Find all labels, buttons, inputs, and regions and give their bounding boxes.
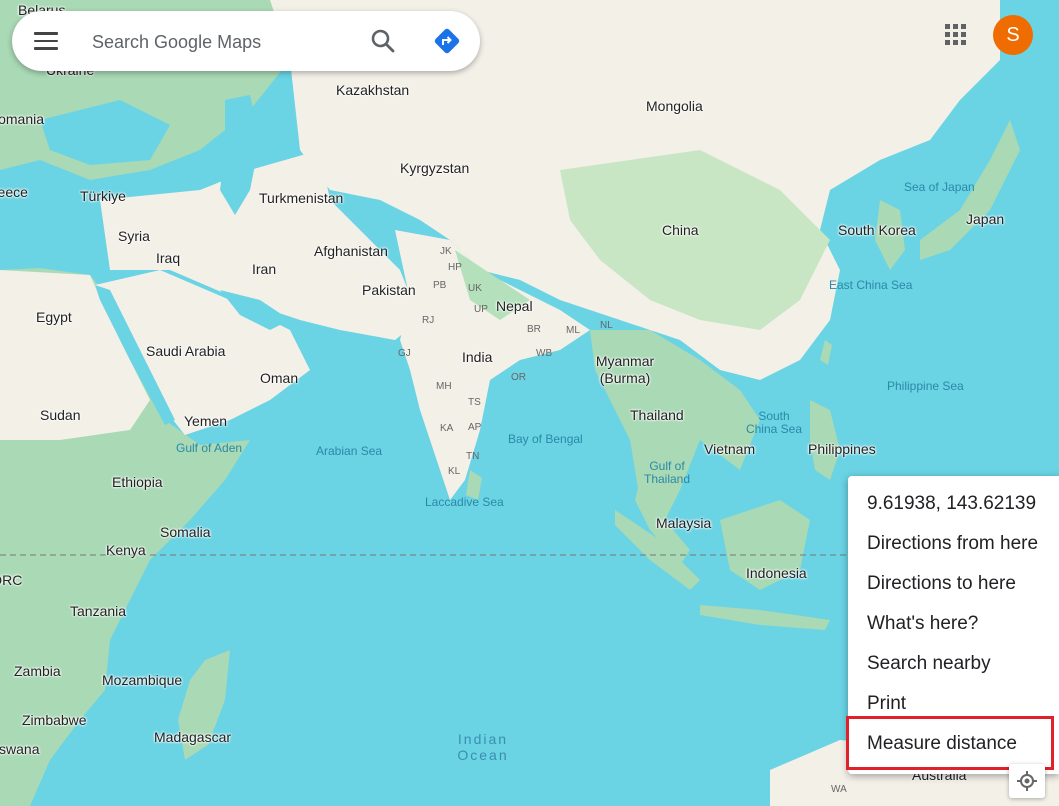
map-label-malaysia: Malaysia xyxy=(656,515,712,531)
context-menu-search-nearby[interactable]: Search nearby xyxy=(848,644,1059,684)
map-label-east-china-sea: East China Sea xyxy=(829,278,913,292)
map-label-china: China xyxy=(662,222,699,238)
map-label-nepal: Nepal xyxy=(496,298,533,314)
map-label-thailand: Thailand xyxy=(630,407,684,423)
map-label-kyrgyzstan: Kyrgyzstan xyxy=(400,160,470,176)
map-label-arabian-sea: Arabian Sea xyxy=(316,444,383,458)
map-region-hp: HP xyxy=(448,262,462,273)
map-region-mh: MH xyxy=(436,381,452,392)
map-region-pb: PB xyxy=(433,280,447,291)
map-label-iraq: Iraq xyxy=(156,250,181,266)
context-menu-directions-to-here[interactable]: Directions to here xyxy=(848,564,1059,604)
map-label-romania: Romania xyxy=(0,111,45,127)
map-label-madagascar: Madagascar xyxy=(154,729,232,745)
map-label-indian-ocean: Indian Ocean xyxy=(457,731,509,763)
map-label-laccadive-sea: Laccadive Sea xyxy=(425,495,504,509)
map-label-kenya: Kenya xyxy=(106,542,146,558)
map-label-sudan: Sudan xyxy=(40,407,81,423)
map-region-jk: JK xyxy=(440,246,452,257)
map-region-tn: TN xyxy=(466,451,480,462)
map-region-nl: NL xyxy=(600,320,613,331)
map-label-south-china-sea: South China Sea xyxy=(745,409,803,436)
user-avatar[interactable]: S xyxy=(993,15,1033,55)
search-input[interactable] xyxy=(90,27,354,57)
map-label-sea-of-japan: Sea of Japan xyxy=(904,180,975,194)
map-label-myanmar: Myanmar (Burma) xyxy=(595,353,655,386)
map-region-kl: KL xyxy=(448,466,461,477)
map-label-turkiye: Türkiye xyxy=(80,188,126,204)
directions-icon[interactable] xyxy=(432,26,462,56)
context-menu-measure-distance[interactable]: Measure distance xyxy=(848,724,1059,764)
map-label-yemen: Yemen xyxy=(184,413,228,429)
map-label-somalia: Somalia xyxy=(160,524,211,540)
my-location-icon xyxy=(1017,771,1037,791)
context-menu-directions-from-here[interactable]: Directions from here xyxy=(848,524,1059,564)
map-label-philippines: Philippines xyxy=(808,441,876,457)
my-location-button[interactable] xyxy=(1009,764,1045,798)
map-region-gj: GJ xyxy=(398,348,411,359)
map-label-iran: Iran xyxy=(252,261,277,277)
map-label-zambia: Zambia xyxy=(14,663,61,679)
map-label-mozambique: Mozambique xyxy=(102,672,183,688)
search-icon[interactable] xyxy=(370,28,396,54)
map-label-bay-of-bengal: Bay of Bengal xyxy=(508,432,583,446)
map-label-india: India xyxy=(462,349,493,365)
map-region-br: BR xyxy=(527,324,541,335)
context-menu-coordinates[interactable]: 9.61938, 143.62139 xyxy=(848,484,1059,524)
map-label-gulf-of-thailand: Gulf of Thailand xyxy=(643,459,691,486)
map-label-tanzania: Tanzania xyxy=(70,603,127,619)
map-label-afghanistan: Afghanistan xyxy=(314,243,388,259)
map-label-zimbabwe: Zimbabwe xyxy=(22,712,87,728)
map-region-rj: RJ xyxy=(422,315,435,326)
map-label-indonesia: Indonesia xyxy=(746,565,807,581)
hamburger-menu-icon[interactable] xyxy=(34,32,58,50)
map-region-ka: KA xyxy=(440,423,454,434)
context-menu-print[interactable]: Print xyxy=(848,684,1059,724)
map-region-or: OR xyxy=(511,372,526,383)
map-region-wa: WA xyxy=(831,784,847,795)
map-region-wb: WB xyxy=(536,348,553,359)
map-label-botswana: Botswana xyxy=(0,741,40,757)
map-region-uk: UK xyxy=(468,283,482,294)
map-region-ml: ML xyxy=(566,325,580,336)
map-region-up: UP xyxy=(474,304,488,315)
map-label-pakistan: Pakistan xyxy=(362,282,416,298)
map-label-turkmenistan: Turkmenistan xyxy=(259,190,344,206)
map-label-ethiopia: Ethiopia xyxy=(112,474,163,490)
map-region-ap: AP xyxy=(468,422,482,433)
map-label-egypt: Egypt xyxy=(36,309,72,325)
apps-grid-icon[interactable] xyxy=(944,23,968,47)
map-label-syria: Syria xyxy=(118,228,150,244)
map-label-vietnam: Vietnam xyxy=(704,441,756,457)
map-label-philippine-sea: Philippine Sea xyxy=(887,379,964,393)
map-region-ts: TS xyxy=(468,397,481,408)
context-menu: 9.61938, 143.62139 Directions from here … xyxy=(848,476,1059,774)
map-label-greece: Greece xyxy=(0,184,28,200)
context-menu-whats-here[interactable]: What's here? xyxy=(848,604,1059,644)
map-label-saudi-arabia: Saudi Arabia xyxy=(146,343,226,359)
map-label-gulf-of-aden: Gulf of Aden xyxy=(176,441,243,455)
map-label-drc: DRC xyxy=(0,572,23,588)
map-label-mongolia: Mongolia xyxy=(646,98,703,114)
map-label-kazakhstan: Kazakhstan xyxy=(336,82,410,98)
map-label-japan: Japan xyxy=(966,211,1005,227)
map-label-oman: Oman xyxy=(260,370,299,386)
map-label-south-korea: South Korea xyxy=(838,222,916,238)
search-bar xyxy=(12,11,480,71)
